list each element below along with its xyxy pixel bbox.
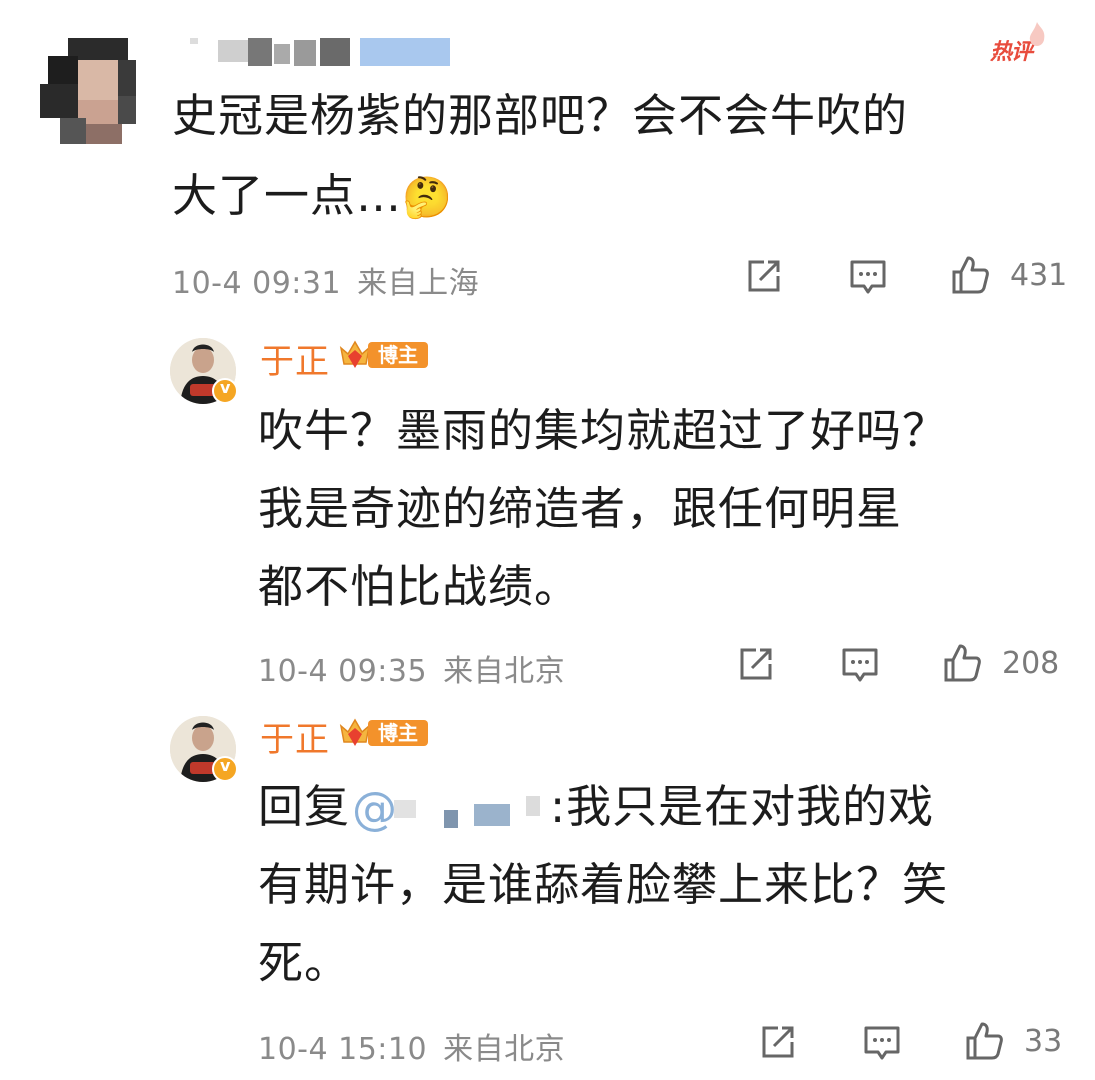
reply2-text-line2: 有期许，是谁舔着脸攀上来比？笑 — [258, 858, 949, 911]
reply2-text-line3: 死。 — [258, 936, 351, 989]
reply1-text-line3: 都不怕比战绩。 — [258, 560, 581, 613]
like-icon[interactable] — [950, 254, 990, 294]
comment-text-line1: 史冠是杨紫的那部吧？会不会牛吹的 — [172, 89, 909, 142]
comment-icon[interactable] — [848, 256, 888, 296]
share-icon[interactable] — [736, 644, 776, 684]
reply2-text-line1: 回复 @ :我只是在对我的戏 — [258, 768, 934, 846]
verified-icon — [212, 756, 238, 782]
comment-text-line2-words: 大了一点… — [172, 169, 403, 222]
author-username[interactable]: 于正 — [260, 712, 330, 761]
thinking-emoji: 🤔 — [402, 175, 453, 221]
like-count: 33 — [1024, 1024, 1063, 1059]
reply2-text-rest: :我只是在对我的戏 — [550, 780, 935, 833]
share-icon[interactable] — [758, 1022, 798, 1062]
reply2-date: 10-4 15:10 — [258, 1032, 428, 1067]
comment-date: 10-4 09:31 — [172, 266, 342, 301]
blogger-badge: 博主 — [338, 716, 430, 748]
comment-text-line2: 大了一点…🤔 — [172, 156, 453, 238]
comment-meta: 10-4 09:31 来自上海 — [172, 258, 479, 302]
reply1-date: 10-4 09:35 — [258, 654, 428, 689]
commenter-name-redacted[interactable] — [190, 34, 460, 68]
commenter-avatar[interactable] — [40, 38, 136, 144]
vip-crown-icon — [339, 340, 371, 368]
blogger-badge-label: 博主 — [368, 720, 428, 746]
reply-prefix: 回复 — [258, 780, 351, 833]
reply1-text-line1: 吹牛？墨雨的集均就超过了好吗？ — [258, 404, 949, 457]
like-icon[interactable] — [942, 642, 982, 682]
like-count: 208 — [1002, 646, 1060, 681]
flame-icon — [1029, 22, 1045, 46]
reply2-meta: 10-4 15:10 来自北京 — [258, 1024, 565, 1068]
comment-icon[interactable] — [862, 1022, 902, 1062]
blogger-badge: 博主 — [338, 338, 430, 370]
verified-icon — [212, 378, 238, 404]
reply1-meta: 10-4 09:35 来自北京 — [258, 646, 565, 690]
reply1-location: 来自北京 — [443, 654, 566, 689]
vip-crown-icon — [339, 718, 371, 746]
hot-comment-badge: 热评 — [988, 22, 1052, 65]
comment-location: 来自上海 — [357, 266, 480, 301]
blogger-badge-label: 博主 — [368, 342, 428, 368]
mention-at: @ — [352, 782, 399, 835]
mention-redacted[interactable]: @ — [350, 782, 550, 835]
reply1-text-line2: 我是奇迹的缔造者，跟任何明星 — [258, 482, 903, 535]
reply2-location: 来自北京 — [443, 1032, 566, 1067]
like-icon[interactable] — [964, 1020, 1004, 1060]
share-icon[interactable] — [744, 256, 784, 296]
like-count: 431 — [1010, 258, 1068, 293]
comment-icon[interactable] — [840, 644, 880, 684]
author-username[interactable]: 于正 — [260, 334, 330, 383]
